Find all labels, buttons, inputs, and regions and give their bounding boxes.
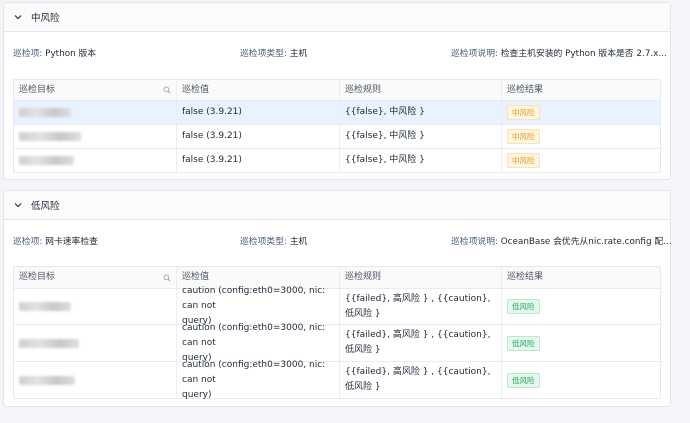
status-badge: 低风险 <box>507 372 540 388</box>
status-badge: 中风险 <box>507 129 540 144</box>
meta-type-value: 主机 <box>289 237 308 247</box>
table-row[interactable]: false (3.9.21) {{false}, 中风险 } 中风险 <box>14 101 660 125</box>
meta-item-value: 网卡速率检查 <box>45 237 98 247</box>
table-row[interactable]: caution (config:eth0=3000, nic: can not … <box>14 323 660 363</box>
table-row[interactable]: false (3.9.21) {{false}, 中风险 } 中风险 <box>14 125 660 149</box>
column-header: 巡检目标 <box>14 267 177 288</box>
result-table: 巡检目标 巡检值 巡检规则 巡检结果 false (3.9.21) {{fals… <box>13 79 661 173</box>
status-badge: 中风险 <box>507 105 540 120</box>
chevron-down-icon[interactable] <box>13 12 23 22</box>
meta-type-key: 巡检项类型: <box>240 49 287 59</box>
redacted-target <box>19 302 71 311</box>
column-header: 巡检规则 <box>340 80 502 100</box>
section-header[interactable]: 低风险 <box>4 191 670 220</box>
value-cell: false (3.9.21) <box>177 149 340 172</box>
meta-item: 巡检项: Python 版本 <box>13 46 96 59</box>
meta-desc: 巡检项说明: 检查主机安装的 Python 版本是否 2.7.x... <box>451 46 667 59</box>
column-header: 巡检目标 <box>14 80 177 100</box>
rule-cell: {{failed}, 高风险 } , {{caution}, 低风险 } <box>340 325 502 361</box>
meta-type: 巡检项类型: 主机 <box>240 46 307 59</box>
status-badge: 低风险 <box>507 299 540 314</box>
meta-item-key: 巡检项: <box>13 49 43 59</box>
meta-row: 巡检项: 网卡速率检查 巡检项类型: 主机 巡检项说明: OceanBase 会… <box>4 220 672 256</box>
section-title: 低风险 <box>31 201 60 212</box>
value-cell: caution (config:eth0=3000, nic: can not … <box>177 360 340 400</box>
result-table: 巡检目标 巡检值 巡检规则 巡检结果 caution (config:eth0=… <box>13 266 661 400</box>
meta-type-value: 主机 <box>289 49 308 59</box>
meta-type-key: 巡检项类型: <box>240 237 287 247</box>
result-cell: 低风险 <box>502 362 660 398</box>
status-badge: 中风险 <box>507 153 540 168</box>
meta-desc-value: 检查主机安装的 Python 版本是否 2.7.x... <box>500 49 667 59</box>
section-header[interactable]: 中风险 <box>4 3 670 32</box>
column-header: 巡检结果 <box>507 84 544 95</box>
value-cell: caution (config:eth0=3000, nic: can not … <box>177 323 340 363</box>
table-row[interactable]: caution (config:eth0=3000, nic: can not … <box>14 286 660 326</box>
table-row[interactable]: caution (config:eth0=3000, nic: can not … <box>14 360 660 400</box>
column-header: 巡检结果 <box>507 272 544 282</box>
meta-item-key: 巡检项: <box>13 237 43 247</box>
column-header: 巡检规则 <box>340 267 502 288</box>
value-cell: caution (config:eth0=3000, nic: can not … <box>177 286 340 326</box>
section-mid-risk: 中风险 巡检项: Python 版本 巡检项类型: 主机 巡检项说明: 检查主机… <box>3 2 671 180</box>
section-low-risk: 低风险 巡检项: 网卡速率检查 巡检项类型: 主机 巡检项说明: OceanBa… <box>3 190 672 407</box>
search-icon[interactable] <box>163 274 171 282</box>
target-cell <box>14 125 177 148</box>
table-header: 巡检目标 巡检值 巡检规则 巡检结果 <box>14 80 660 101</box>
result-cell: 低风险 <box>502 289 660 324</box>
rule-cell: {{failed}, 高风险 } , {{caution}, 低风险 } <box>340 289 502 324</box>
redacted-target <box>19 156 74 165</box>
meta-desc-key: 巡检项说明: <box>451 49 498 59</box>
meta-item-value: Python 版本 <box>45 49 97 59</box>
value-cell: false (3.9.21) <box>177 125 340 148</box>
target-cell <box>14 325 177 361</box>
table-header: 巡检目标 巡检值 巡检规则 巡检结果 <box>14 267 660 289</box>
target-cell <box>14 362 177 398</box>
target-cell <box>14 101 177 124</box>
rule-cell: {{failed}, 高风险 } , {{caution}, 低风险 } <box>340 362 502 398</box>
result-cell: 低风险 <box>502 325 660 361</box>
meta-type: 巡检项类型: 主机 <box>240 234 307 247</box>
rule-cell: {{false}, 中风险 } <box>340 125 502 148</box>
redacted-target <box>19 108 71 117</box>
redacted-target <box>19 132 81 141</box>
target-cell <box>14 149 177 172</box>
meta-row: 巡检项: Python 版本 巡检项类型: 主机 巡检项说明: 检查主机安装的 … <box>4 32 670 68</box>
rule-cell: {{false}, 中风险 } <box>340 101 502 124</box>
result-cell: 中风险 <box>502 101 660 124</box>
redacted-target <box>19 375 75 385</box>
rule-cell: {{false}, 中风险 } <box>340 149 502 172</box>
status-badge: 低风险 <box>507 335 540 351</box>
column-header: 巡检值 <box>177 80 340 100</box>
result-cell: 中风险 <box>502 125 660 148</box>
redacted-target <box>19 338 79 348</box>
section-title: 中风险 <box>31 13 60 24</box>
meta-desc-value: OceanBase 会优先从nic.rate.config 配... <box>500 237 672 247</box>
value-cell: false (3.9.21) <box>177 101 340 124</box>
target-cell <box>14 289 177 324</box>
meta-desc: 巡检项说明: OceanBase 会优先从nic.rate.config 配..… <box>451 234 672 247</box>
result-cell: 中风险 <box>502 149 660 172</box>
table-row[interactable]: false (3.9.21) {{false}, 中风险 } 中风险 <box>14 149 660 172</box>
chevron-down-icon[interactable] <box>13 200 23 210</box>
meta-item: 巡检项: 网卡速率检查 <box>13 234 98 247</box>
search-icon[interactable] <box>163 86 171 94</box>
meta-desc-key: 巡检项说明: <box>451 237 498 247</box>
